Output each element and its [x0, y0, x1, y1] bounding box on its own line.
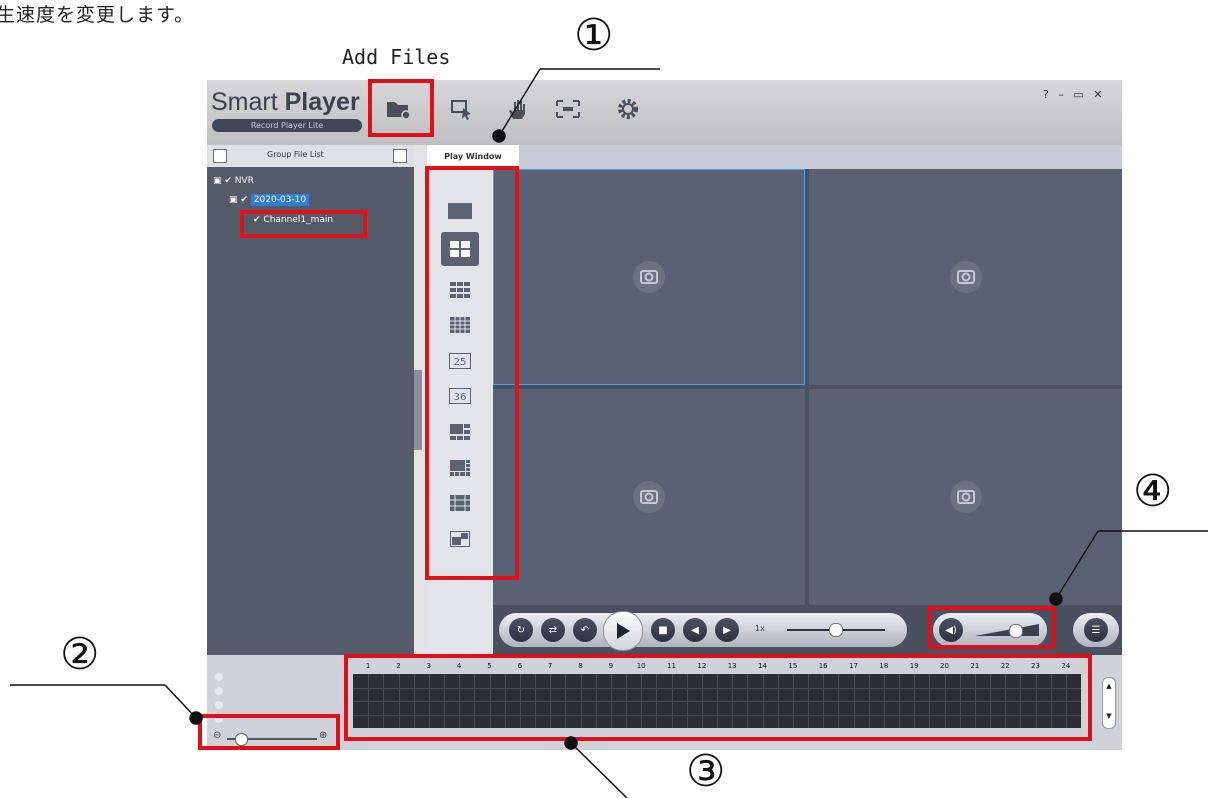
callout-lines [10, 68, 1208, 798]
